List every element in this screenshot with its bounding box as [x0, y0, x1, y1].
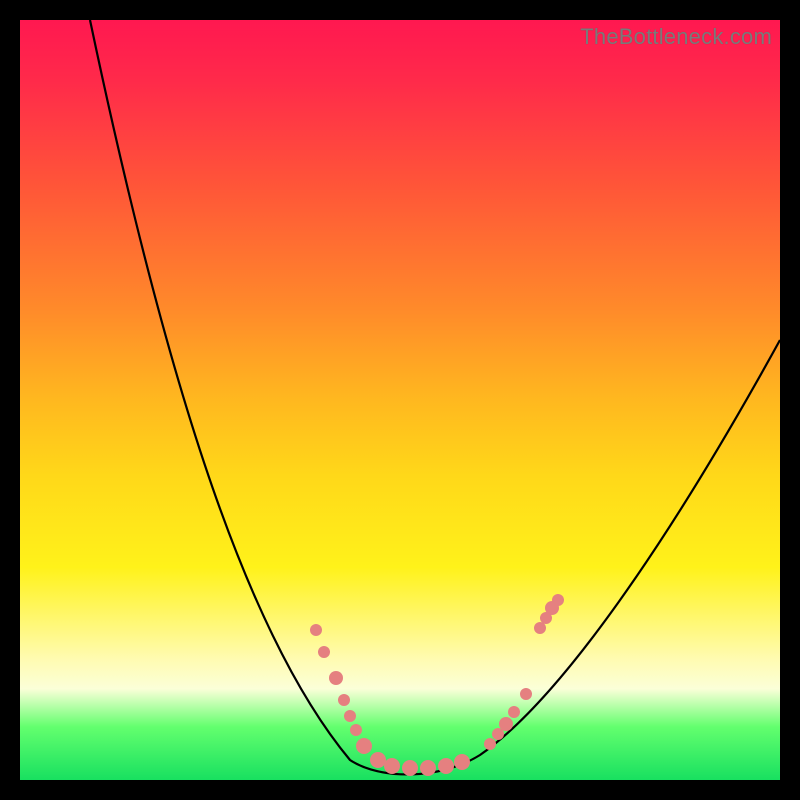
curve-marker: [350, 724, 362, 736]
curve-marker: [356, 738, 372, 754]
curve-marker: [420, 760, 436, 776]
curve-marker: [310, 624, 322, 636]
curve-marker: [499, 717, 513, 731]
bottleneck-chart-svg: [20, 20, 780, 780]
bottleneck-curve: [90, 20, 780, 774]
curve-marker: [329, 671, 343, 685]
curve-marker: [370, 752, 386, 768]
chart-frame: TheBottleneck.com: [20, 20, 780, 780]
curve-marker: [534, 622, 546, 634]
curve-marker: [438, 758, 454, 774]
curve-markers: [310, 594, 564, 776]
curve-marker: [520, 688, 532, 700]
curve-marker: [454, 754, 470, 770]
curve-marker: [484, 738, 496, 750]
curve-marker: [384, 758, 400, 774]
curve-marker: [402, 760, 418, 776]
curve-marker: [508, 706, 520, 718]
curve-marker: [318, 646, 330, 658]
curve-marker: [552, 594, 564, 606]
curve-marker: [344, 710, 356, 722]
curve-marker: [338, 694, 350, 706]
watermark-text: TheBottleneck.com: [580, 24, 772, 50]
